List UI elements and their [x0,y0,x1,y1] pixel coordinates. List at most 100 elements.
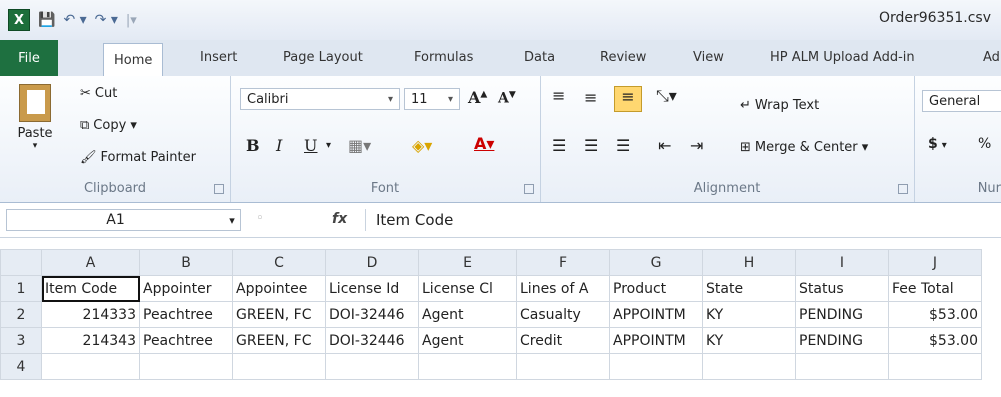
paste-button[interactable]: Paste ▾ [10,84,60,151]
cell[interactable]: PENDING [795,301,889,328]
decrease-indent-icon[interactable]: ⇤ [658,136,671,155]
excel-logo-icon[interactable]: X [8,9,30,31]
column-header-j[interactable]: J [888,249,982,276]
column-header-e[interactable]: E [418,249,517,276]
cell[interactable] [888,353,982,380]
tab-hp-alm-upload[interactable]: HP ALM Upload Add-in [770,50,915,65]
column-header-d[interactable]: D [325,249,419,276]
cell[interactable] [702,353,796,380]
paste-dropdown-icon[interactable]: ▾ [10,141,60,151]
tab-view[interactable]: View [693,50,724,65]
cell[interactable]: DOI-32446 [325,327,419,354]
font-color-icon[interactable]: A▾ [474,134,494,153]
cell[interactable]: APPOINTM [609,301,703,328]
bold-button[interactable]: B [246,136,260,155]
orientation-icon[interactable]: ⤡▾ [656,86,677,106]
cell[interactable]: Peachtree [139,301,233,328]
italic-button[interactable]: I [276,136,282,155]
alignment-launcher-icon[interactable] [898,184,908,194]
cell[interactable]: 214343 [41,327,140,354]
cell[interactable]: Appointer [139,275,233,302]
cell[interactable] [609,353,703,380]
borders-icon[interactable]: ▦▾ [348,136,371,155]
align-right-icon[interactable]: ☰ [616,136,630,155]
font-size-select[interactable]: 11 ▾ [404,88,460,110]
underline-button[interactable]: U [304,136,317,155]
underline-dropdown-icon[interactable]: ▾ [326,140,331,151]
column-header-i[interactable]: I [795,249,889,276]
align-bottom-icon[interactable]: ≡ [614,86,642,112]
cell[interactable]: Agent [418,301,517,328]
align-left-icon[interactable]: ☰ [552,136,566,155]
increase-indent-icon[interactable]: ⇥ [690,136,703,155]
tab-ad[interactable]: Ad [983,50,1000,65]
font-family-select[interactable]: Calibri ▾ [240,88,400,110]
cell[interactable]: Casualty [516,301,610,328]
tab-review[interactable]: Review [600,50,646,65]
column-header-f[interactable]: F [516,249,610,276]
cell[interactable]: Agent [418,327,517,354]
cell[interactable]: Product [609,275,703,302]
cell[interactable] [41,353,140,380]
tab-data[interactable]: Data [524,50,555,65]
align-middle-icon[interactable]: ≡ [584,88,597,107]
cell[interactable]: APPOINTM [609,327,703,354]
insert-function-icon[interactable]: fx [332,211,347,227]
clipboard-launcher-icon[interactable] [214,184,224,194]
align-top-icon[interactable]: ≡ [552,86,565,105]
cell[interactable] [516,353,610,380]
font-launcher-icon[interactable] [524,184,534,194]
column-header-b[interactable]: B [139,249,233,276]
cell[interactable]: PENDING [795,327,889,354]
formula-bar-resize-icon[interactable]: ◦ [256,211,264,226]
cell[interactable]: GREEN, FC [232,327,326,354]
qat-customize-icon[interactable]: |▾ [126,13,137,28]
tab-formulas[interactable]: Formulas [414,50,473,65]
column-header-c[interactable]: C [232,249,326,276]
align-center-icon[interactable]: ☰ [584,136,598,155]
cell[interactable]: Lines of A [516,275,610,302]
cell[interactable]: State [702,275,796,302]
cell[interactable] [418,353,517,380]
tab-page-layout[interactable]: Page Layout [283,50,363,65]
formula-input[interactable]: Item Code [365,209,1001,231]
cell[interactable] [795,353,889,380]
column-header-g[interactable]: G [609,249,703,276]
select-all-corner[interactable] [0,249,42,276]
cell[interactable]: KY [702,327,796,354]
cell[interactable]: License Id [325,275,419,302]
cell[interactable] [325,353,419,380]
save-icon[interactable]: 💾 [38,12,55,28]
cell[interactable]: Item Code [41,275,140,302]
merge-center-button[interactable]: ⊞ Merge & Center ▾ [740,140,868,155]
cell[interactable]: $53.00 [888,301,982,328]
cell[interactable] [139,353,233,380]
cut-button[interactable]: ✂ Cut [80,86,117,101]
row-header[interactable]: 2 [0,301,42,328]
cell[interactable]: Peachtree [139,327,233,354]
cell[interactable]: License Cl [418,275,517,302]
cell[interactable]: 214333 [41,301,140,328]
chevron-down-icon[interactable]: ▾ [224,214,240,227]
tab-file[interactable]: File [0,40,58,76]
fill-color-icon[interactable]: ◈▾ [412,136,432,155]
name-box[interactable]: A1 ▾ [6,209,241,231]
grow-font-button[interactable]: A▲ [468,88,487,107]
column-header-h[interactable]: H [702,249,796,276]
currency-button[interactable]: $ ▾ [928,136,947,152]
wrap-text-button[interactable]: ↵ Wrap Text [740,98,819,113]
cell[interactable]: DOI-32446 [325,301,419,328]
cell[interactable]: GREEN, FC [232,301,326,328]
row-header[interactable]: 1 [0,275,42,302]
tab-insert[interactable]: Insert [200,50,237,65]
cell[interactable]: Fee Total [888,275,982,302]
number-format-select[interactable]: General [922,90,1001,112]
undo-icon[interactable]: ↶ ▾ [63,12,86,28]
cell[interactable]: Status [795,275,889,302]
cell[interactable]: KY [702,301,796,328]
percent-button[interactable]: % [978,136,991,152]
redo-icon[interactable]: ↷ ▾ [95,12,118,28]
column-header-a[interactable]: A [41,249,140,276]
cell[interactable] [232,353,326,380]
cell[interactable]: $53.00 [888,327,982,354]
